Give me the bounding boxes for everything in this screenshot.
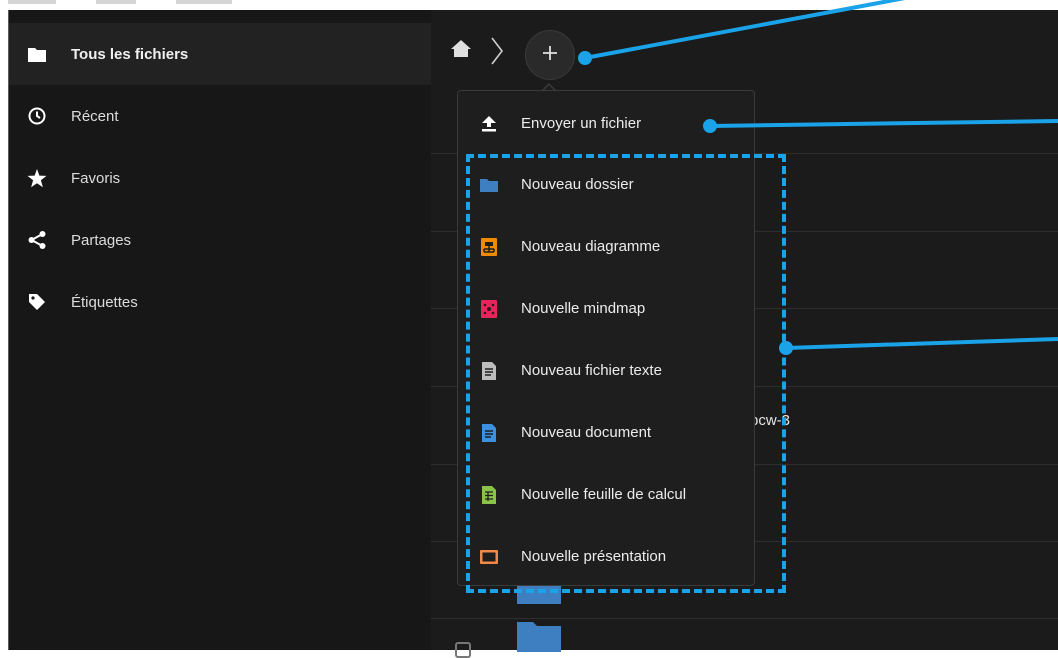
annotation-lines <box>578 0 1058 355</box>
annotation-line <box>584 0 906 60</box>
annotation-line <box>709 119 1058 128</box>
annotation-line <box>785 337 1058 350</box>
annotation-dot <box>578 51 592 65</box>
annotation-dot <box>779 341 793 355</box>
annotation-dot <box>703 119 717 133</box>
